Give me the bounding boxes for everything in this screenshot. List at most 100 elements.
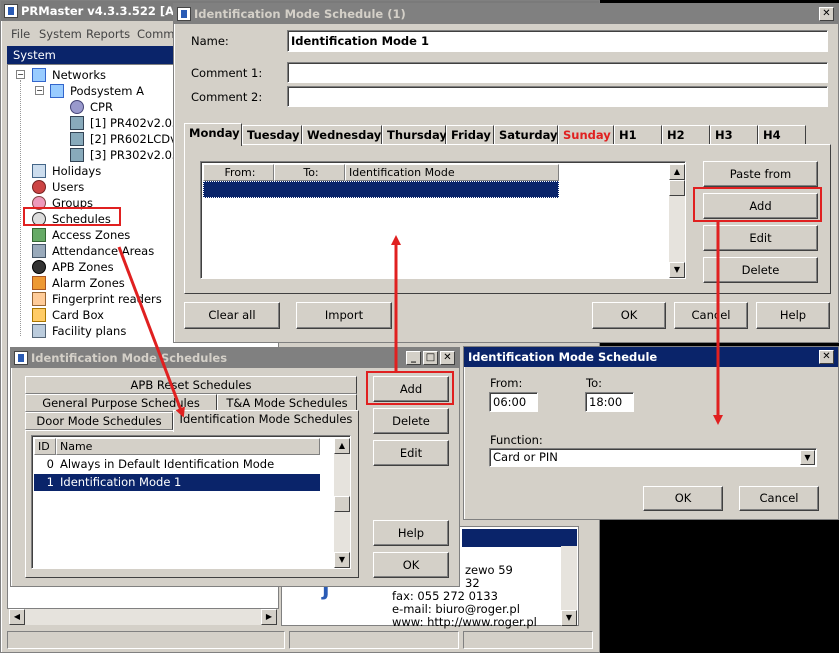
menu-file[interactable]: File <box>11 27 30 41</box>
close-icon[interactable]: ✕ <box>819 7 834 21</box>
tree-item-fingerprint[interactable]: Fingerprint readers <box>32 291 162 307</box>
maximize-icon[interactable]: □ <box>423 351 438 365</box>
highlight-schedules-tree-item <box>23 207 121 226</box>
paste-from-button[interactable]: Paste from <box>703 161 818 187</box>
facility-icon <box>32 324 46 338</box>
tab-thursday[interactable]: Thursday <box>382 125 447 145</box>
col-from[interactable]: From: <box>203 164 274 181</box>
col-name[interactable]: Name <box>56 438 320 455</box>
tab-h1[interactable]: H1 <box>614 125 662 145</box>
close-icon[interactable]: ✕ <box>819 350 834 364</box>
close-icon[interactable]: ✕ <box>440 351 455 365</box>
info-vscroll[interactable]: ▼ <box>561 546 577 626</box>
clear-all-button[interactable]: Clear all <box>184 302 280 329</box>
tab-door-mode-schedules[interactable]: Door Mode Schedules <box>25 412 173 430</box>
tab-h3[interactable]: H3 <box>710 125 758 145</box>
schedules-window-title-bar[interactable]: Identification Mode Schedules _ □ ✕ <box>11 348 459 368</box>
scroll-down-icon[interactable]: ▼ <box>669 262 685 278</box>
tree-item-access-zones[interactable]: Access Zones <box>32 227 130 243</box>
tree-item-networks[interactable]: Networks <box>32 67 106 83</box>
tab-identification-mode-schedules[interactable]: Identification Mode Schedules <box>173 410 359 432</box>
attendance-icon <box>32 244 46 258</box>
info-line-2: 32 <box>465 576 480 590</box>
scroll-right-icon[interactable]: ▶ <box>261 609 277 625</box>
menu-reports[interactable]: Reports <box>86 27 130 41</box>
tree-item-facility[interactable]: Facility plans <box>32 323 126 339</box>
import-button[interactable]: Import <box>296 302 392 329</box>
edit-entry-button[interactable]: Edit <box>703 225 818 251</box>
schedule-window-title-bar[interactable]: Identification Mode Schedule (1) ✕ <box>174 4 838 24</box>
schedules-vscroll[interactable]: ▲ ▼ <box>334 438 350 568</box>
entry-dialog-title-bar[interactable]: Identification Mode Schedule ✕ <box>464 347 838 367</box>
function-select[interactable]: Card or PIN ▼ <box>489 448 817 467</box>
tab-monday[interactable]: Monday <box>184 123 242 146</box>
help-button[interactable]: Help <box>373 520 449 546</box>
scroll-thumb[interactable] <box>334 496 350 512</box>
minimize-icon[interactable]: _ <box>406 351 421 365</box>
name-field[interactable]: Identification Mode 1 <box>287 30 828 52</box>
comment1-field[interactable] <box>287 62 828 83</box>
zone-icon <box>32 228 46 242</box>
schedules-list[interactable]: ID Name 0 Always in Default Identificati… <box>31 435 351 569</box>
selected-entry-row[interactable] <box>203 181 559 198</box>
tab-apb-reset-schedules[interactable]: APB Reset Schedules <box>25 376 357 394</box>
tree-item-card-box[interactable]: Card Box <box>32 307 104 323</box>
status-pane-1 <box>7 631 285 649</box>
tree-item-users[interactable]: Users <box>32 179 84 195</box>
tree-expander-podsystem[interactable]: − <box>35 86 44 95</box>
edit-schedule-button[interactable]: Edit <box>373 440 449 466</box>
scroll-up-icon[interactable]: ▲ <box>334 438 350 454</box>
scroll-left-icon[interactable]: ◀ <box>9 609 25 625</box>
row-name: Always in Default Identification Mode <box>60 457 275 471</box>
scroll-up-icon[interactable]: ▲ <box>669 164 685 180</box>
subsystem-icon <box>50 84 64 98</box>
tree-item-podsystem[interactable]: Podsystem A <box>50 83 144 99</box>
comment2-field[interactable] <box>287 86 828 107</box>
controller-icon <box>70 132 84 146</box>
tab-tuesday[interactable]: Tuesday <box>242 125 302 145</box>
tree-item-controller-2[interactable]: [2] PR602LCDv2 <box>70 131 184 147</box>
ok-button[interactable]: OK <box>592 302 666 329</box>
tab-h2[interactable]: H2 <box>662 125 710 145</box>
tree-item-alarm-zones[interactable]: Alarm Zones <box>32 275 125 291</box>
delete-schedule-button[interactable]: Delete <box>373 408 449 434</box>
comment2-label: Comment 2: <box>191 90 263 104</box>
row-id: 1 <box>46 475 54 489</box>
tree-expander-networks[interactable]: − <box>16 70 25 79</box>
dialog-cancel-button[interactable]: Cancel <box>739 486 819 511</box>
tree-item-apb-zones[interactable]: APB Zones <box>32 259 114 275</box>
delete-entry-button[interactable]: Delete <box>703 257 818 283</box>
ok-button[interactable]: OK <box>373 552 449 578</box>
tab-h4[interactable]: H4 <box>758 125 806 145</box>
menu-system[interactable]: System <box>39 27 82 41</box>
scroll-down-icon[interactable]: ▼ <box>561 610 577 626</box>
function-label: Function: <box>490 433 543 447</box>
highlight-add-entry-button <box>693 187 822 222</box>
schedule-entries-list[interactable]: From: To: Identification Mode ▲ ▼ <box>200 161 686 279</box>
info-line-5: www: http://www.roger.pl <box>392 615 537 629</box>
tab-friday[interactable]: Friday <box>446 125 494 145</box>
tab-saturday[interactable]: Saturday <box>494 125 558 145</box>
scroll-thumb[interactable] <box>669 180 685 196</box>
list-row-selected[interactable]: 1 Identification Mode 1 <box>34 474 320 491</box>
tree-item-cpr[interactable]: CPR <box>70 99 113 115</box>
list-row[interactable]: 0 Always in Default Identification Mode <box>34 456 320 473</box>
col-to[interactable]: To: <box>274 164 345 181</box>
tree-hscroll[interactable]: ◀ ▶ <box>9 609 277 625</box>
from-time-field[interactable]: 06:00 <box>489 392 538 412</box>
tree-item-attendance[interactable]: Attendance Areas <box>32 243 154 259</box>
chevron-down-icon[interactable]: ▼ <box>800 450 815 465</box>
help-button[interactable]: Help <box>756 302 830 329</box>
cancel-button[interactable]: Cancel <box>674 302 748 329</box>
status-pane-2 <box>289 631 459 649</box>
highlight-add-schedule-button <box>366 371 454 405</box>
entries-vscroll[interactable]: ▲ ▼ <box>669 164 685 278</box>
col-id[interactable]: ID <box>34 438 56 455</box>
col-identification-mode[interactable]: Identification Mode <box>345 164 559 181</box>
tree-item-holidays[interactable]: Holidays <box>32 163 101 179</box>
dialog-ok-button[interactable]: OK <box>643 486 723 511</box>
tab-wednesday[interactable]: Wednesday <box>302 125 382 145</box>
scroll-down-icon[interactable]: ▼ <box>334 552 350 568</box>
tab-sunday[interactable]: Sunday <box>558 125 614 145</box>
to-time-field[interactable]: 18:00 <box>585 392 634 412</box>
